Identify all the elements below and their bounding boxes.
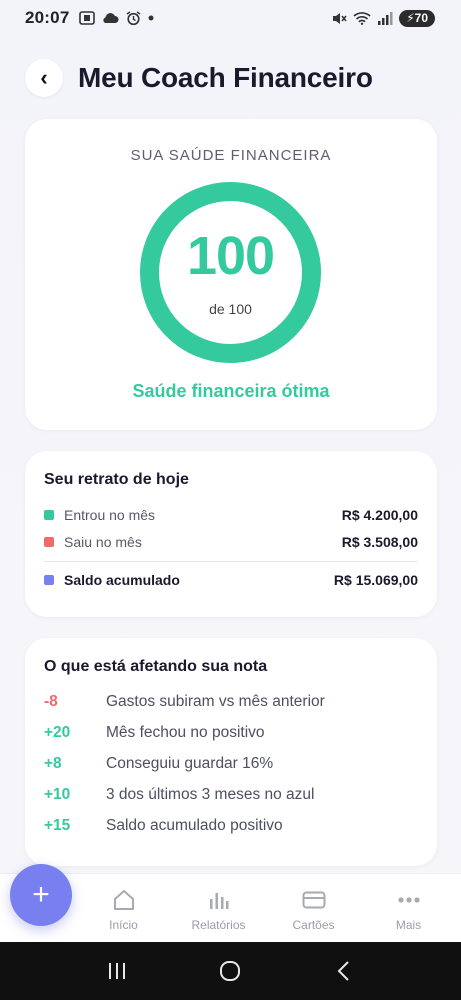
health-score-ring: 100 de 100: [139, 181, 322, 364]
factor-item: -8 Gastos subiram vs mês anterior: [44, 686, 418, 717]
battery-level: 70: [414, 10, 428, 25]
alarm-icon: [127, 10, 141, 25]
bar-chart-icon: [208, 888, 230, 912]
dot-icon: [148, 15, 154, 21]
expense-color-dot: [44, 536, 54, 547]
back-button[interactable]: ‹: [25, 59, 63, 97]
factor-delta: +15: [44, 816, 71, 834]
system-navigation-bar: [0, 942, 461, 1000]
snapshot-title: Seu retrato de hoje: [44, 471, 189, 488]
health-score-max: de 100: [209, 301, 252, 317]
factor-item: +10 3 dos últimos 3 meses no azul: [44, 779, 418, 810]
factor-delta: +20: [44, 723, 71, 741]
add-transaction-button[interactable]: +: [10, 864, 72, 926]
factor-text: Gastos subiram vs mês anterior: [106, 692, 325, 710]
snapshot-row-value: R$ 15.069,00: [333, 571, 418, 588]
snapshot-row-label: Saldo acumulado: [64, 571, 180, 588]
cloud-icon: [103, 13, 119, 23]
nav-label: Início: [109, 918, 138, 932]
nav-item-cartoes[interactable]: Cartões: [266, 874, 361, 943]
system-back-icon: [337, 961, 349, 981]
factor-item: +20 Mês fechou no positivo: [44, 717, 418, 748]
factor-text: Conseguiu guardar 16%: [106, 754, 274, 772]
factors-title: O que está afetando sua nota: [44, 658, 268, 675]
snapshot-row-label: Saiu no mês: [64, 533, 142, 550]
factor-text: Saldo acumulado positivo: [106, 816, 283, 834]
battery-indicator: ⚡70: [399, 9, 435, 27]
more-icon: [397, 888, 421, 912]
back-arrow-icon: ‹: [40, 65, 48, 90]
factor-delta: +10: [44, 785, 71, 803]
balance-color-dot: [44, 574, 54, 585]
page-title: Meu Coach Financeiro: [78, 62, 373, 93]
snapshot-row-balance: Saldo acumulado R$ 15.069,00: [44, 566, 418, 593]
page-header: ‹ Meu Coach Financeiro: [25, 58, 373, 98]
health-card-label: SUA SAÚDE FINANCEIRA: [130, 147, 332, 164]
nav-item-inicio[interactable]: Início: [76, 874, 171, 943]
nav-label: Mais: [395, 918, 422, 932]
home-circle-icon: [220, 961, 241, 981]
status-bar: 20:07 ⚡70: [0, 0, 461, 36]
health-score-value: 100: [186, 226, 275, 286]
recent-apps-button[interactable]: [97, 951, 137, 991]
health-status-text: Saúde financeira ótima: [132, 381, 330, 401]
factor-text: Mês fechou no positivo: [106, 723, 265, 741]
snapshot-row-expense: Saiu no mês R$ 3.508,00: [44, 528, 418, 555]
nav-item-mais[interactable]: Mais: [361, 874, 456, 943]
plus-icon: +: [32, 878, 50, 911]
score-factors-card: O que está afetando sua nota -8 Gastos s…: [25, 638, 437, 866]
snapshot-row-value: R$ 3.508,00: [341, 533, 418, 550]
factor-delta: +8: [44, 754, 62, 772]
snapshot-row-income: Entrou no mês R$ 4.200,00: [44, 501, 418, 528]
financial-health-card: SUA SAÚDE FINANCEIRA 100 de 100 Saúde fi…: [25, 119, 437, 430]
home-button[interactable]: [210, 951, 250, 991]
recent-apps-icon: [108, 963, 125, 979]
wifi-icon: [353, 12, 371, 25]
factor-delta: -8: [44, 692, 58, 710]
mute-icon: [333, 12, 347, 24]
factor-item: +8 Conseguiu guardar 16%: [44, 748, 418, 779]
system-back-button[interactable]: [324, 951, 364, 991]
income-color-dot: [44, 509, 54, 520]
home-icon: [112, 888, 136, 912]
screenshot-icon: [79, 11, 96, 25]
snapshot-row-label: Entrou no mês: [64, 506, 156, 523]
signal-icon: [378, 12, 393, 25]
snapshot-card: Seu retrato de hoje Entrou no mês R$ 4.2…: [25, 451, 437, 617]
snapshot-divider: [44, 561, 418, 562]
status-time: 20:07: [25, 8, 70, 27]
nav-label: Cartões: [292, 918, 335, 932]
card-icon: [302, 888, 326, 912]
nav-label: Relatórios: [191, 918, 246, 932]
nav-item-relatorios[interactable]: Relatórios: [171, 874, 266, 943]
factor-item: +15 Saldo acumulado positivo: [44, 810, 418, 841]
factor-text: 3 dos últimos 3 meses no azul: [106, 785, 315, 803]
snapshot-row-value: R$ 4.200,00: [341, 506, 418, 523]
